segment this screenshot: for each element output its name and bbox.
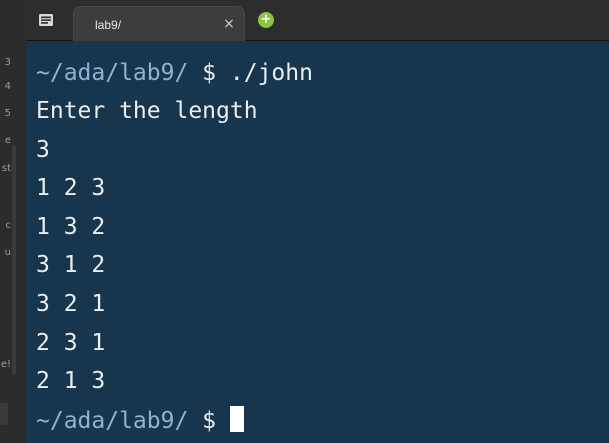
tab-bar: lab9/ × + [26,0,609,41]
output-line: 2 3 1 [36,330,106,356]
output-line: 2 1 3 [36,368,106,394]
menu-icon [39,14,53,26]
tab-menu-icon[interactable] [35,9,57,31]
output-line: 1 2 3 [36,175,106,201]
command-text: $ ./john [188,60,313,86]
output-line: 3 [36,137,50,163]
output-line: 3 2 1 [36,291,106,317]
close-icon[interactable]: × [222,17,236,31]
output-line: Enter the length [36,98,258,124]
command-line: ~/ada/lab9/ $ ./john [36,59,313,87]
line-number-fragment: 5 [4,108,11,119]
text-fragment: c [5,220,12,231]
text-fragment: e [4,135,11,146]
prompt-path: ~/ada/lab9/ [36,408,189,434]
text-cursor [229,406,244,432]
prompt-path: ~/ada/lab9/ [36,60,189,86]
output-line: 3 1 2 [36,252,106,278]
background-editor-strip: 3 4 5 e st c u e! [0,0,26,443]
scrollbar[interactable] [12,145,16,375]
tab-lab9[interactable]: lab9/ × [73,6,245,41]
terminal-output[interactable]: ~/ada/lab9/ $ ./john Enter the length 3 … [26,41,609,443]
text-fragment: st [1,163,11,174]
gutter-block [0,403,8,425]
tab-title: lab9/ [95,18,122,32]
text-fragment: u [4,247,11,258]
text-fragment: e! [0,359,11,370]
new-tab-icon[interactable]: + [258,12,274,28]
line-number-fragment: 3 [4,57,11,68]
prompt-symbol: $ [188,408,230,434]
prompt-line[interactable]: ~/ada/lab9/ $ [36,406,244,434]
line-number-fragment: 4 [4,81,11,92]
output-line: 1 3 2 [36,214,106,240]
